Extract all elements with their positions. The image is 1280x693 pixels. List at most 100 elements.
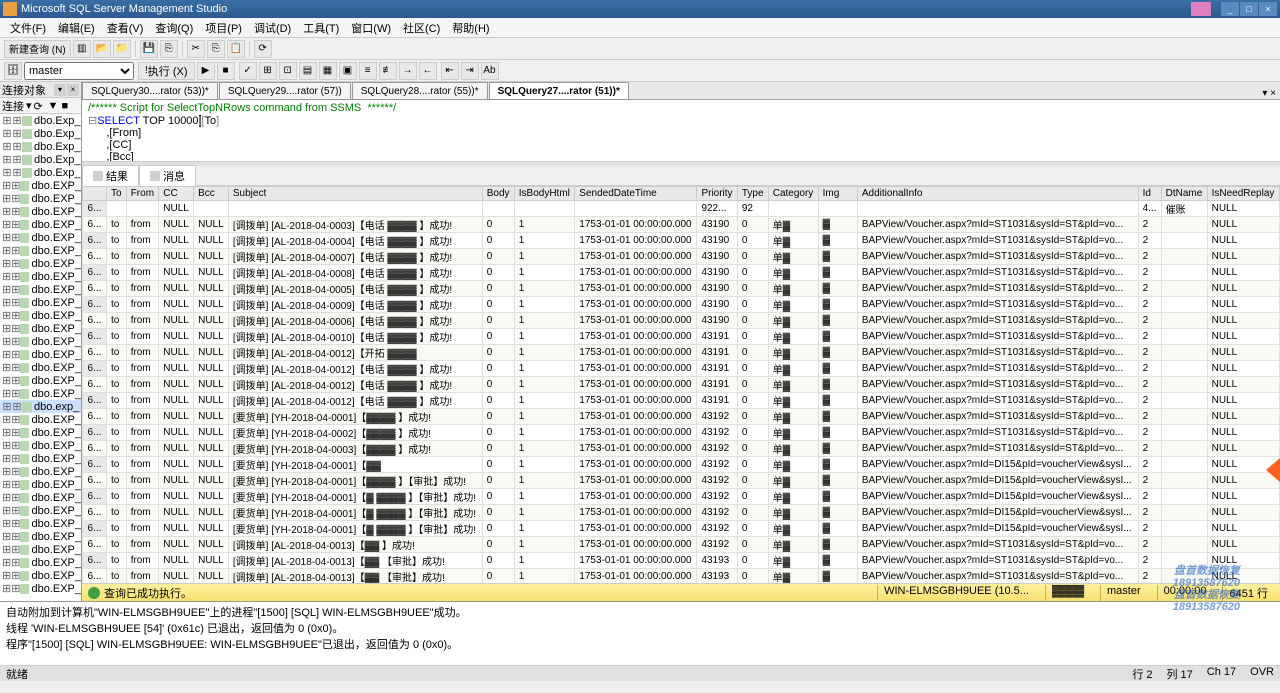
column-header[interactable]: Bcc [194,187,229,201]
indent-button[interactable]: → [399,62,417,80]
column-header[interactable]: IsNeedReplay [1207,187,1279,201]
table-row[interactable]: 6...tofromNULLNULL[要货单] [YH-2018-04-0001… [83,457,1280,473]
database-select[interactable]: master [24,62,134,80]
menu-item[interactable]: 文件(F) [4,18,52,38]
tree-node[interactable]: ⊞⊞dbo.EXP_ [0,361,81,374]
table-row[interactable]: 6...tofromNULLNULL[要货单] [YH-2018-04-0001… [83,473,1280,489]
tree-node[interactable]: ⊞⊞dbo.EXP_ [0,179,81,192]
cut-button[interactable]: ✂ [187,40,205,58]
table-row[interactable]: 6...tofromNULLNULL[调拨单] [AL-2018-04-0012… [83,377,1280,393]
menu-item[interactable]: 帮助(H) [446,18,495,38]
specify-values-button[interactable]: Ab [481,62,499,80]
column-header[interactable]: DtName [1161,187,1207,201]
column-header[interactable]: Priority [697,187,737,201]
maximize-button[interactable]: □ [1240,2,1258,16]
tree-node[interactable]: ⊞⊞dbo.EXP_ [0,257,81,270]
new-project-button[interactable]: ▥ [73,40,91,58]
document-tab[interactable]: SQLQuery29....rator (57)) [219,82,351,99]
results-file-button[interactable]: ▣ [339,62,357,80]
tree-node[interactable]: ⊞⊞dbo.EXP_ [0,530,81,543]
table-row[interactable]: 6...tofromNULLNULL[调拨单] [AL-2018-04-0012… [83,345,1280,361]
execute-button[interactable]: ! 执行 (X) [138,62,195,80]
tab-close-button[interactable]: ▾ × [1258,88,1280,99]
tree-node[interactable]: ⊞⊞dbo.EXP_ [0,231,81,244]
table-row[interactable]: 6...tofromNULLNULL[调拨单] [AL-2018-04-0006… [83,313,1280,329]
minimize-button[interactable]: _ [1221,2,1239,16]
refresh-icon[interactable]: ⟳ [34,100,46,112]
column-header[interactable]: Id [1138,187,1161,201]
table-row[interactable]: 6...tofromNULLNULL[调拨单] [AL-2018-04-0005… [83,281,1280,297]
column-header[interactable]: From [126,187,159,201]
tree-node[interactable]: ⊞⊞dbo.EXP_ [0,387,81,400]
tree-node[interactable]: ⊞⊞dbo.EXP_ [0,517,81,530]
table-row[interactable]: 6...tofromNULLNULL[要货单] [YH-2018-04-0001… [83,521,1280,537]
tree-node[interactable]: ⊞⊞dbo.EXP_ [0,478,81,491]
tree-node[interactable]: ⊞⊞dbo.EXP_ [0,504,81,517]
stop-icon[interactable]: ■ [62,100,74,112]
open-file-button[interactable]: 📁 [113,40,131,58]
tree-node[interactable]: ⊞⊞dbo.EXP_ [0,452,81,465]
table-row[interactable]: 6...tofromNULLNULL[调拨单] [AL-2018-04-0012… [83,361,1280,377]
tree-node[interactable]: ⊞⊞dbo.EXP_ [0,374,81,387]
tree-node[interactable]: ⊞⊞dbo.Exp_ [0,114,81,127]
column-header[interactable]: Subject [228,187,482,201]
tree-node[interactable]: ⊞⊞dbo.EXP_ [0,582,81,595]
options-button[interactable]: ⊡ [279,62,297,80]
menu-item[interactable]: 社区(C) [397,18,446,38]
filter-icon[interactable]: ▼ [48,100,60,112]
tree-node[interactable]: ⊞⊞dbo.EXP_ [0,244,81,257]
table-row[interactable]: 6...tofromNULLNULL[要货单] [YH-2018-04-0001… [83,409,1280,425]
menu-item[interactable]: 项目(P) [199,18,248,38]
tree-node[interactable]: ⊞⊞dbo.EXP_ [0,413,81,426]
stop-button[interactable]: ■ [217,62,235,80]
tree-node[interactable]: ⊞⊞dbo.Exp_ [0,127,81,140]
column-header[interactable]: IsBodyHtml [514,187,575,201]
tree-node[interactable]: ⊞⊞dbo.EXP_ [0,335,81,348]
tree-node[interactable]: ⊞⊞dbo.EXP_ [0,296,81,309]
activity-button[interactable]: ⟳ [254,40,272,58]
comment-button[interactable]: ≡ [359,62,377,80]
tree-node[interactable]: ⊞⊞dbo.exp_ [0,400,81,413]
tree-node[interactable]: ⊞⊞dbo.EXP_ [0,465,81,478]
tree-node[interactable]: ⊞⊞dbo.EXP_ [0,543,81,556]
table-row[interactable]: 6...tofromNULLNULL[调拨单] [AL-2018-04-0013… [83,537,1280,553]
menu-item[interactable]: 工具(T) [297,18,345,38]
tree-node[interactable]: ⊞⊞dbo.EXP_ [0,218,81,231]
table-row[interactable]: 6...tofromNULLNULL[调拨单] [AL-2018-04-0003… [83,217,1280,233]
results-grid-button[interactable]: ▦ [319,62,337,80]
menu-item[interactable]: 编辑(E) [52,18,101,38]
tree-node[interactable]: ⊞⊞dbo.Exp_ [0,153,81,166]
column-header[interactable] [83,187,107,201]
tree-node[interactable]: ⊞⊞dbo.EXP_ [0,192,81,205]
menu-item[interactable]: 调试(D) [248,18,297,38]
tree-node[interactable]: ⊞⊞dbo.EXP_ [0,283,81,296]
tree-node[interactable]: ⊞⊞dbo.EXP_ [0,205,81,218]
table-row[interactable]: 6...tofromNULLNULL[调拨单] [AL-2018-04-0008… [83,265,1280,281]
messages-tab[interactable]: 消息 [139,165,196,186]
column-header[interactable]: To [107,187,127,201]
column-header[interactable]: Category [768,187,818,201]
document-tab[interactable]: SQLQuery27....rator (51))* [489,82,629,99]
table-row[interactable]: 6...tofromNULLNULL[调拨单] [AL-2018-04-0004… [83,233,1280,249]
close-button[interactable]: × [1259,2,1277,16]
tree-node[interactable]: ⊞⊞dbo.EXP_ [0,322,81,335]
table-row[interactable]: 6...tofromNULLNULL[调拨单] [AL-2018-04-0010… [83,329,1280,345]
tree-node[interactable]: ⊞⊞dbo.EXP_ [0,270,81,283]
table-row[interactable]: 6...tofromNULLNULL[调拨单] [AL-2018-04-0009… [83,297,1280,313]
column-header[interactable]: SendedDateTime [575,187,697,201]
output-pane[interactable]: 自动附加到计算机"WIN-ELMSGBH9UEE"上的进程"[1500] [SQ… [0,601,1280,665]
tree-node[interactable]: ⊞⊞dbo.EXP_ [0,309,81,322]
pin-icon[interactable]: ▾ [54,84,66,96]
parse-button[interactable]: ✓ [239,62,257,80]
column-header[interactable]: Img [818,187,857,201]
table-row[interactable]: 6...tofromNULLNULL[要货单] [YH-2018-04-0001… [83,489,1280,505]
paste-button[interactable]: 📋 [227,40,245,58]
copy-button[interactable]: ⎘ [207,40,225,58]
table-row[interactable]: 6...NULL922...924...催账NULL [83,201,1280,217]
column-header[interactable]: Body [482,187,514,201]
document-tab[interactable]: SQLQuery28....rator (55))* [352,82,488,99]
new-query-button[interactable]: 新建查询 (N) [4,40,71,58]
open-button[interactable]: 📂 [93,40,111,58]
table-row[interactable]: 6...tofromNULLNULL[调拨单] [AL-2018-04-0007… [83,249,1280,265]
table-row[interactable]: 6...tofromNULLNULL[要货单] [YH-2018-04-0001… [83,505,1280,521]
